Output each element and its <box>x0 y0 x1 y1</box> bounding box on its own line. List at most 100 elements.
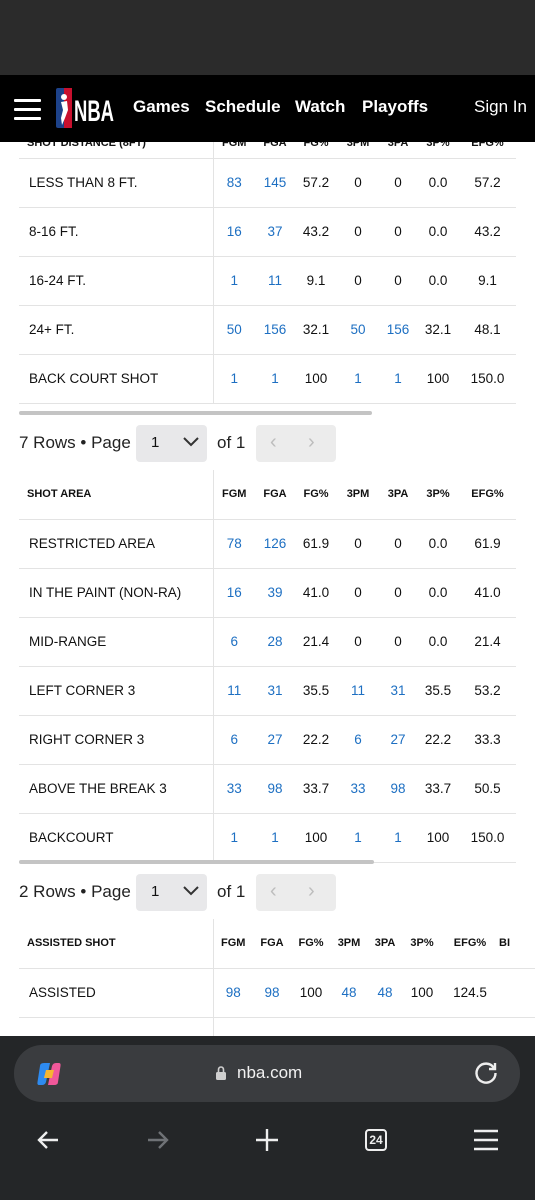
sign-in-link[interactable]: Sign In <box>474 97 527 117</box>
fga-link[interactable]: 98 <box>255 764 295 814</box>
back-arrow-icon[interactable] <box>36 1121 62 1161</box>
fga-link[interactable]: 31 <box>255 666 295 716</box>
page-select[interactable]: 1 <box>136 874 207 911</box>
prev-page-icon[interactable]: ‹ <box>270 431 277 454</box>
3pa-link[interactable]: 48 <box>367 968 403 1018</box>
menu-icon[interactable] <box>14 99 41 120</box>
col-header[interactable]: 3PA <box>379 142 417 159</box>
page-select[interactable]: 1 <box>136 425 207 462</box>
forward-arrow-icon[interactable] <box>145 1121 171 1161</box>
copilot-icon[interactable] <box>36 1062 62 1086</box>
3pa-value: 0 <box>379 158 417 208</box>
3pa-link[interactable]: 156 <box>379 305 417 355</box>
col-header[interactable]: FGA <box>255 470 295 520</box>
fgm-link[interactable]: 78 <box>213 519 255 569</box>
fgm-link[interactable]: 1 <box>213 354 255 404</box>
new-tab-plus-icon[interactable] <box>254 1121 280 1161</box>
fgm-link[interactable]: 53 <box>213 1017 253 1036</box>
fga-link[interactable]: 98 <box>253 968 291 1018</box>
col-header[interactable]: EFG% <box>441 919 499 969</box>
tabs-count-icon[interactable]: 24 <box>365 1129 387 1151</box>
col-header[interactable]: ASSISTED SHOT <box>19 919 214 969</box>
fga-link[interactable]: 145 <box>255 158 295 208</box>
fga-link[interactable]: 53 <box>253 1017 291 1036</box>
fga-link[interactable]: 39 <box>255 568 295 618</box>
nav-schedule[interactable]: Schedule <box>205 97 281 117</box>
3pa-link[interactable]: 98 <box>379 764 417 814</box>
fga-link[interactable]: 126 <box>255 519 295 569</box>
3pm-link[interactable]: 3 <box>331 1017 367 1036</box>
3pm-link[interactable]: 33 <box>337 764 379 814</box>
fgm-link[interactable]: 16 <box>213 207 255 257</box>
col-header[interactable]: 3PA <box>379 470 417 520</box>
3pm-link[interactable]: 1 <box>337 813 379 863</box>
col-header[interactable]: 3P% <box>403 919 441 969</box>
3p-pct: 100 <box>417 354 459 404</box>
3pa-link[interactable]: 1 <box>379 354 417 404</box>
col-header[interactable]: 3PM <box>331 919 367 969</box>
col-header[interactable]: SHOT AREA <box>19 470 214 520</box>
fgm-link[interactable]: 1 <box>213 813 255 863</box>
fgm-link[interactable]: 16 <box>213 568 255 618</box>
reload-icon[interactable] <box>473 1060 499 1086</box>
fga-link[interactable]: 1 <box>255 354 295 404</box>
col-header[interactable]: FG% <box>295 142 337 159</box>
3pa-link[interactable]: 31 <box>379 666 417 716</box>
nav-watch[interactable]: Watch <box>295 97 345 117</box>
col-header[interactable]: 3P% <box>417 142 459 159</box>
table-row: 24+ FT. 50 156 32.1 50 156 32.1 48.1 <box>19 305 516 355</box>
table-row: LESS THAN 8 FT. 83 145 57.2 0 0 0.0 57.2 <box>19 158 516 208</box>
fgm-link[interactable]: 1 <box>213 256 255 306</box>
col-header[interactable]: FG% <box>295 470 337 520</box>
nav-playoffs[interactable]: Playoffs <box>362 97 428 117</box>
3pa-value: 0 <box>379 256 417 306</box>
3pm-link[interactable]: 11 <box>337 666 379 716</box>
fgm-link[interactable]: 11 <box>213 666 255 716</box>
3pa-link[interactable]: 1 <box>379 813 417 863</box>
stats-content[interactable]: SHOT DISTANCE (8FT) FGM FGA FG% 3PM 3PA … <box>0 142 535 1036</box>
3pa-link[interactable]: 27 <box>379 715 417 765</box>
fgm-link[interactable]: 98 <box>213 968 253 1018</box>
col-header[interactable]: FGA <box>255 142 295 159</box>
fga-link[interactable]: 156 <box>255 305 295 355</box>
col-header[interactable]: 3P% <box>417 470 459 520</box>
fga-link[interactable]: 27 <box>255 715 295 765</box>
col-header[interactable]: 3PM <box>337 142 379 159</box>
fga-link[interactable]: 37 <box>255 207 295 257</box>
assisted-table-wrap[interactable]: ASSISTED SHOT FGM FGA FG% 3PM 3PA 3P% EF… <box>0 919 535 1036</box>
3pm-link[interactable]: 50 <box>337 305 379 355</box>
col-header[interactable]: FG% <box>291 919 331 969</box>
prev-page-icon[interactable]: ‹ <box>270 880 277 903</box>
fgm-link[interactable]: 33 <box>213 764 255 814</box>
nba-logo[interactable]: NBA <box>55 88 115 128</box>
col-header[interactable]: SHOT DISTANCE (8FT) <box>19 142 214 159</box>
col-header[interactable]: FGM <box>213 142 255 159</box>
col-header[interactable]: EFG% <box>459 470 516 520</box>
horizontal-scrollbar[interactable] <box>19 860 374 864</box>
col-header[interactable]: FGM <box>213 919 253 969</box>
col-header[interactable]: BI <box>499 919 535 969</box>
fgm-link[interactable]: 83 <box>213 158 255 208</box>
fga-link[interactable]: 1 <box>255 813 295 863</box>
3pa-link[interactable]: 3 <box>367 1017 403 1036</box>
browser-menu-icon[interactable] <box>473 1121 499 1161</box>
fga-link[interactable]: 11 <box>255 256 295 306</box>
col-header[interactable]: FGM <box>213 470 255 520</box>
3pm-link[interactable]: 6 <box>337 715 379 765</box>
fgm-link[interactable]: 50 <box>213 305 255 355</box>
horizontal-scrollbar[interactable] <box>19 411 372 415</box>
3pm-link[interactable]: 1 <box>337 354 379 404</box>
col-header[interactable]: 3PM <box>337 470 379 520</box>
col-header[interactable]: FGA <box>253 919 291 969</box>
3pm-link[interactable]: 48 <box>331 968 367 1018</box>
col-header[interactable]: EFG% <box>459 142 516 159</box>
table-row: IN THE PAINT (NON-RA) 16 39 41.0 0 0 0.0… <box>19 568 516 618</box>
fgm-link[interactable]: 6 <box>213 617 255 667</box>
col-header[interactable]: 3PA <box>367 919 403 969</box>
next-page-icon[interactable]: › <box>308 880 315 903</box>
fgm-link[interactable]: 6 <box>213 715 255 765</box>
nav-games[interactable]: Games <box>133 97 190 117</box>
address-bar[interactable]: nba.com <box>14 1045 520 1102</box>
fga-link[interactable]: 28 <box>255 617 295 667</box>
next-page-icon[interactable]: › <box>308 431 315 454</box>
